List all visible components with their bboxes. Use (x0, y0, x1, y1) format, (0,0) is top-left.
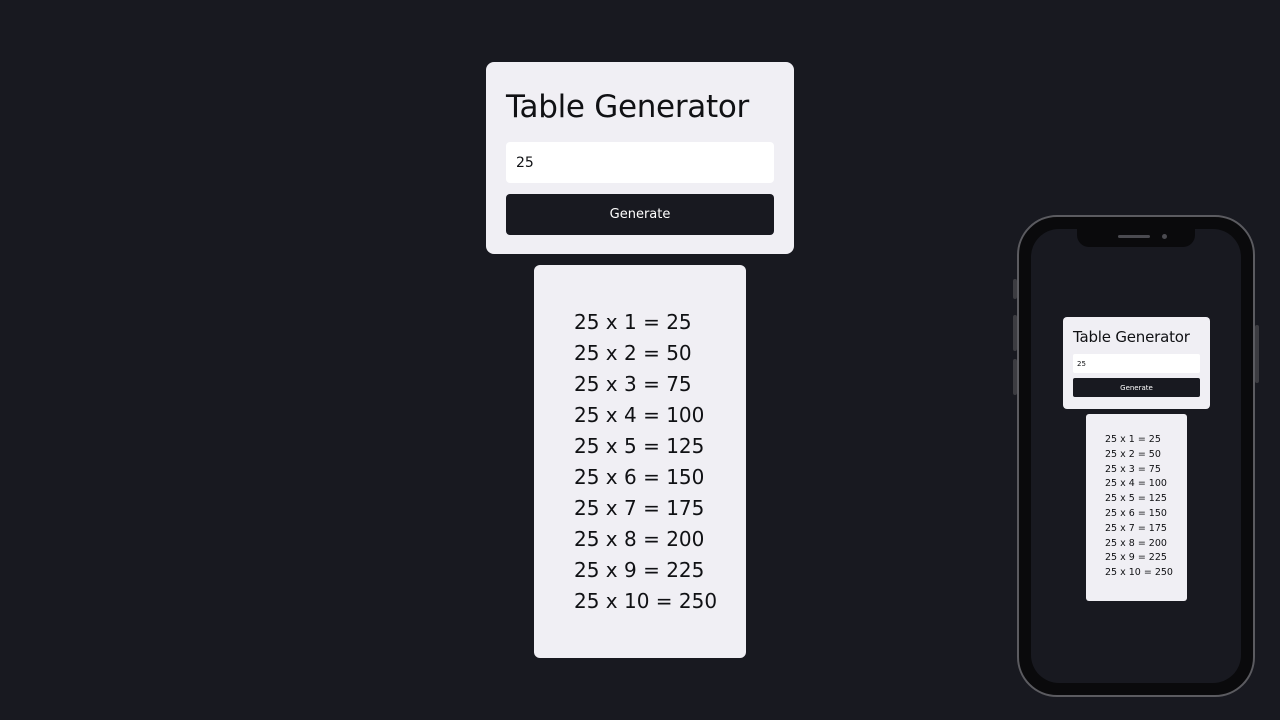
mobile-generate-button[interactable]: Generate (1073, 378, 1200, 397)
result-line: 25 x 2 = 50 (574, 341, 692, 365)
page-title: Table Generator (506, 89, 749, 125)
phone-volume-down-button (1013, 359, 1017, 395)
page: Table Generator Generate 25 x 1 = 25 25 … (0, 0, 1280, 720)
mobile-result-line: 25 x 8 = 200 (1105, 537, 1167, 549)
speaker-icon (1118, 235, 1150, 238)
phone-mockup: Table Generator Generate 25 x 1 = 25 25 … (1013, 215, 1259, 697)
result-line: 25 x 8 = 200 (574, 527, 705, 551)
phone-volume-up-button (1013, 315, 1017, 351)
result-line: 25 x 4 = 100 (574, 403, 705, 427)
mobile-result-line: 25 x 1 = 25 (1105, 434, 1161, 445)
mobile-result-line: 25 x 10 = 250 (1105, 567, 1173, 579)
number-input[interactable] (506, 142, 774, 183)
mobile-result-line: 25 x 2 = 50 (1105, 448, 1161, 460)
mobile-result-line: 25 x 6 = 150 (1105, 507, 1167, 519)
mobile-result-card: 25 x 1 = 25 25 x 2 = 50 25 x 3 = 75 25 x… (1086, 414, 1187, 601)
camera-icon (1162, 234, 1167, 239)
mobile-result-line: 25 x 3 = 75 (1105, 463, 1161, 475)
result-line: 25 x 3 = 75 (574, 372, 692, 396)
result-line: 25 x 6 = 150 (574, 465, 705, 489)
result-line: 25 x 10 = 250 (574, 589, 718, 613)
mobile-page-title: Table Generator (1073, 328, 1190, 346)
mobile-result-line: 25 x 9 = 225 (1105, 552, 1167, 564)
mobile-result-line: 25 x 7 = 175 (1105, 522, 1167, 534)
generator-card: Table Generator Generate (486, 62, 794, 254)
phone-side-button (1013, 279, 1017, 299)
phone-screen: Table Generator Generate 25 x 1 = 25 25 … (1031, 229, 1241, 683)
mobile-result-line: 25 x 5 = 125 (1105, 493, 1167, 505)
mobile-generator-card: Table Generator Generate (1063, 317, 1210, 409)
result-line: 25 x 5 = 125 (574, 434, 705, 458)
generate-button[interactable]: Generate (506, 194, 774, 235)
phone-power-button (1255, 325, 1259, 383)
mobile-number-input[interactable] (1073, 354, 1200, 373)
result-line: 25 x 1 = 25 (574, 310, 692, 334)
result-line: 25 x 9 = 225 (574, 558, 705, 582)
result-card: 25 x 1 = 25 25 x 2 = 50 25 x 3 = 75 25 x… (534, 265, 746, 658)
result-line: 25 x 7 = 175 (574, 496, 705, 520)
phone-notch (1077, 229, 1195, 247)
mobile-result-line: 25 x 4 = 100 (1105, 478, 1167, 490)
